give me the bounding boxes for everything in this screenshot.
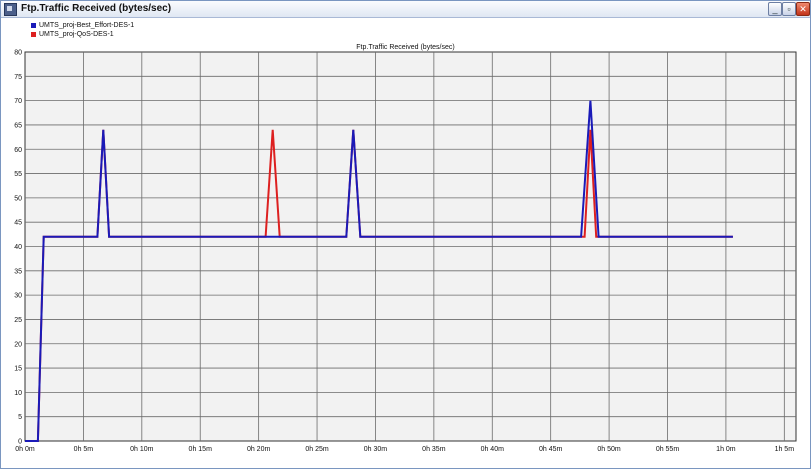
x-tick-label: 0h 35m — [422, 446, 446, 453]
y-axis-ticks: 0 5 10 15 20 25 30 35 40 45 50 55 60 65 70 75 80 — [14, 50, 22, 446]
x-tick-label: 0h 45m — [539, 446, 563, 453]
chart-plot: 05101520253035404550556065707580 0h 0m 0h… — [14, 44, 797, 453]
y-tick-label: 5 — [18, 414, 22, 421]
y-tick-label: 50 — [14, 195, 22, 202]
y-tick-label: 20 — [14, 341, 22, 348]
y-tick-label: 55 — [14, 171, 22, 178]
x-tick-label: 1h 0m — [716, 446, 736, 453]
x-tick-label: 0h 10m — [130, 446, 154, 453]
y-tick-label: 40 — [14, 244, 22, 251]
y-tick-label: 60 — [14, 147, 22, 154]
y-tick-label: 45 — [14, 220, 22, 227]
y-tick-label: 30 — [14, 293, 22, 300]
x-tick-label: 0h 30m — [364, 446, 388, 453]
x-tick-label: 0h 55m — [656, 446, 680, 453]
y-tick-label: 65 — [14, 122, 22, 129]
y-tick-label: 70 — [14, 98, 22, 105]
y-tick-label: 0 — [18, 439, 22, 446]
x-tick-label: 1h 5m — [775, 446, 795, 453]
x-tick-label: 0h 40m — [481, 446, 505, 453]
y-tick-label: 25 — [14, 317, 22, 324]
y-tick-label: 80 — [14, 50, 22, 57]
x-tick-label: 0h 20m — [247, 446, 271, 453]
y-tick-label: 35 — [14, 268, 22, 275]
x-tick-label: 0h 5m — [74, 446, 94, 453]
x-tick-label: 0h 50m — [597, 446, 621, 453]
chart-title: Ftp.Traffic Received (bytes/sec) — [356, 44, 454, 51]
x-tick-label: 0h 25m — [305, 446, 329, 453]
y-tick-label: 10 — [14, 390, 22, 397]
y-tick-label: 15 — [14, 366, 22, 373]
y-tick-label: 75 — [14, 74, 22, 81]
x-tick-label: 0h 0m — [15, 446, 35, 453]
x-axis-ticks: 0h 0m 0h 5m 0h 10m 0h 15m 0h 20m 0h 25m 0h 30m… — [15, 446, 794, 453]
x-tick-label: 0h 15m — [189, 446, 213, 453]
